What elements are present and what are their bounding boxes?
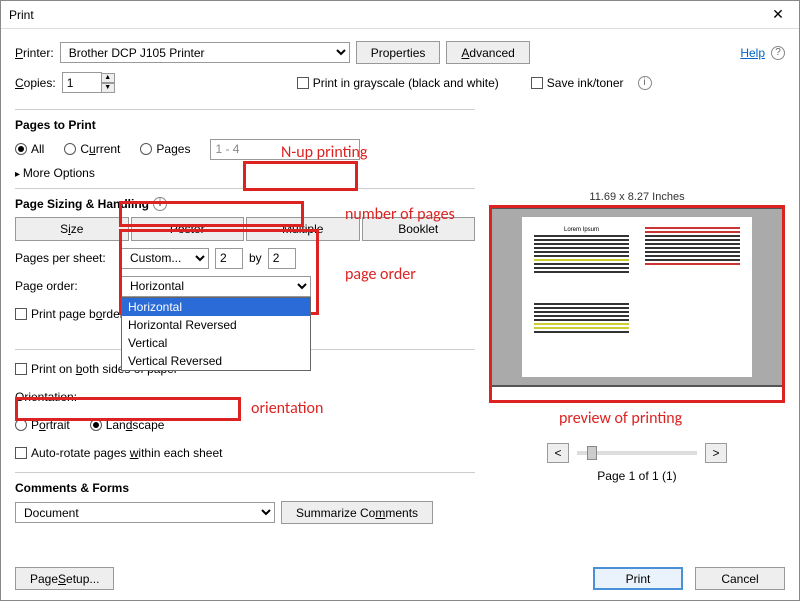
pps-width-input[interactable] [215, 248, 243, 269]
printer-label: Printer: [15, 46, 54, 60]
autorotate-checkbox[interactable]: Auto-rotate pages within each sheet [15, 446, 222, 460]
grayscale-checkbox[interactable]: Print in grayscale (black and white) [297, 76, 499, 90]
order-option-horizontal-rev[interactable]: Horizontal Reversed [122, 316, 310, 334]
preview-prev-button[interactable]: < [547, 443, 569, 463]
radio-landscape[interactable]: Landscape [90, 418, 165, 432]
page-order-select[interactable]: Horizontal [121, 276, 311, 297]
copies-spinner[interactable]: ▲▼ [62, 72, 115, 93]
more-options-toggle[interactable]: More Options [15, 166, 475, 180]
order-option-vertical-rev[interactable]: Vertical Reversed [122, 352, 310, 370]
window-title: Print [9, 8, 765, 22]
pps-height-input[interactable] [268, 248, 296, 269]
tab-size[interactable]: Size [15, 217, 129, 241]
preview-slider[interactable] [577, 451, 697, 455]
preview-next-button[interactable]: > [705, 443, 727, 463]
radio-portrait[interactable]: Portrait [15, 418, 70, 432]
titlebar: Print ✕ [1, 1, 799, 29]
preview-page-label: Page 1 of 1 (1) [489, 469, 785, 483]
print-border-checkbox[interactable]: Print page border [15, 307, 124, 321]
copies-label: Copies: [15, 76, 56, 90]
cancel-button[interactable]: Cancel [695, 567, 785, 590]
pages-to-print-heading: Pages to Print [15, 118, 475, 132]
comments-heading: Comments & Forms [15, 481, 475, 495]
tab-poster[interactable]: Poster [131, 217, 245, 241]
help-info-icon[interactable]: ? [771, 46, 785, 60]
properties-button[interactable]: Properties [356, 41, 441, 64]
sizing-heading: Page Sizing & Handling i [15, 197, 475, 211]
save-ink-checkbox[interactable]: Save ink/toner [531, 76, 624, 90]
page-order-label: Page order: [15, 279, 115, 293]
pages-range-input[interactable] [210, 139, 360, 160]
pps-mode-select[interactable]: Custom... [121, 248, 209, 269]
pps-by-label: by [249, 251, 262, 265]
tab-booklet[interactable]: Booklet [362, 217, 476, 241]
comments-select[interactable]: Document [15, 502, 275, 523]
annot-preview: preview of printing [559, 409, 682, 428]
close-icon[interactable]: ✕ [765, 6, 791, 23]
radio-current[interactable]: Current [64, 142, 120, 156]
print-dialog: Print ✕ Printer: Brother DCP J105 Printe… [0, 0, 800, 601]
page-setup-button[interactable]: Page Setup... [15, 567, 114, 590]
spin-up-icon[interactable]: ▲ [101, 73, 115, 83]
advanced-button[interactable]: Advanced [446, 41, 529, 64]
order-option-vertical[interactable]: Vertical [122, 334, 310, 352]
print-button[interactable]: Print [593, 567, 683, 590]
printer-select[interactable]: Brother DCP J105 Printer [60, 42, 350, 63]
radio-pages[interactable]: Pages [140, 142, 190, 156]
page-order-dropdown[interactable]: Horizontal Horizontal Reversed Vertical … [121, 297, 311, 371]
orientation-label: Orientation: [15, 390, 77, 404]
print-preview: Lorem Ipsum [489, 207, 785, 387]
preview-dimensions: 11.69 x 8.27 Inches [489, 191, 785, 203]
summarize-comments-button[interactable]: Summarize Comments [281, 501, 433, 524]
order-option-horizontal[interactable]: Horizontal [122, 298, 310, 316]
copies-input[interactable] [62, 72, 102, 93]
sizing-info-icon[interactable]: i [153, 197, 167, 211]
spin-down-icon[interactable]: ▼ [101, 83, 115, 93]
help-link[interactable]: Help [740, 46, 765, 60]
radio-all[interactable]: All [15, 142, 44, 156]
ink-info-icon[interactable]: i [638, 76, 652, 90]
pps-label: Pages per sheet: [15, 251, 115, 265]
tab-multiple[interactable]: Multiple [246, 217, 360, 241]
